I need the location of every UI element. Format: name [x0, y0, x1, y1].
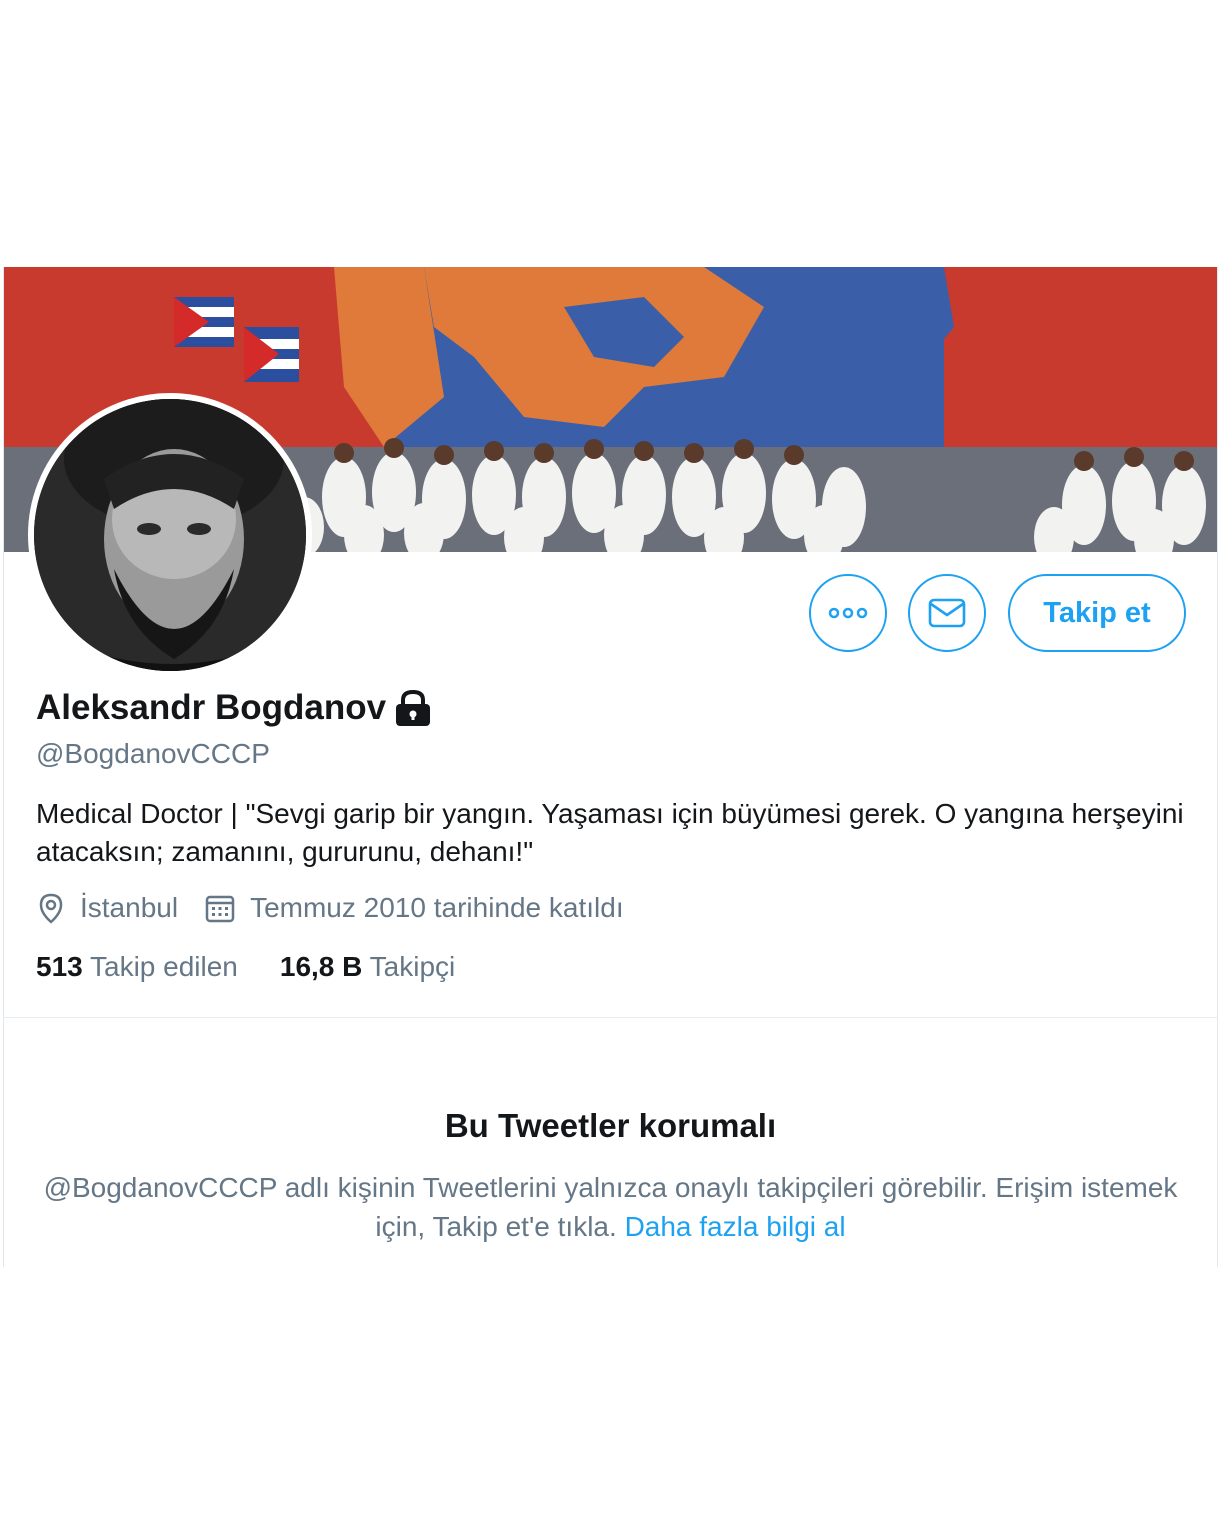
protected-title: Bu Tweetler korumalı: [444, 1107, 777, 1144]
envelope-icon: [928, 598, 966, 628]
follow-button[interactable]: Takip et: [1008, 574, 1186, 652]
location-text: İstanbul: [80, 892, 179, 923]
more-button[interactable]: [809, 574, 887, 652]
learn-more-link[interactable]: Daha fazla bilgi al: [625, 1211, 846, 1242]
profile-bio: Medical Doctor | "Sevgi garip bir yangın…: [36, 798, 1184, 867]
avatar-image: [34, 399, 306, 671]
message-button[interactable]: [908, 574, 986, 652]
profile-name: Aleksandr Bogdanov: [36, 688, 387, 727]
profile-stats: 513 Takip edilen 16,8 B Takipçi: [36, 951, 455, 983]
following-count: 513: [36, 951, 83, 982]
calendar-icon: [205, 895, 235, 923]
joined-text: Temmuz 2010 tarihinde katıldı: [250, 892, 624, 923]
followers-count: 16,8 B: [279, 951, 363, 982]
more-icon: [828, 607, 868, 619]
protected-message-block: @BogdanovCCCP adlı kişinin Tweetlerini y…: [40, 1168, 1181, 1246]
profile-handle: @BogdanovCCCP: [36, 738, 270, 769]
location-item: İstanbul: [36, 892, 178, 924]
followers-label: Takipçi: [369, 951, 456, 982]
following-label: Takip edilen: [90, 951, 238, 982]
avatar[interactable]: [28, 393, 312, 677]
section-divider: [3, 1017, 1218, 1018]
protected-message: @BogdanovCCCP adlı kişinin Tweetlerini y…: [43, 1172, 1178, 1242]
following-link[interactable]: 513 Takip edilen: [36, 951, 238, 983]
profile-meta: İstanbul Temmuz 2010 tarihinde katıldı: [36, 892, 624, 924]
followers-link[interactable]: 16,8 B Takipçi: [280, 951, 455, 983]
joined-item: Temmuz 2010 tarihinde katıldı: [204, 892, 624, 924]
profile-name-row: Aleksandr Bogdanov: [36, 688, 434, 728]
location-pin-icon: [39, 893, 63, 924]
lock-icon: [396, 689, 431, 726]
